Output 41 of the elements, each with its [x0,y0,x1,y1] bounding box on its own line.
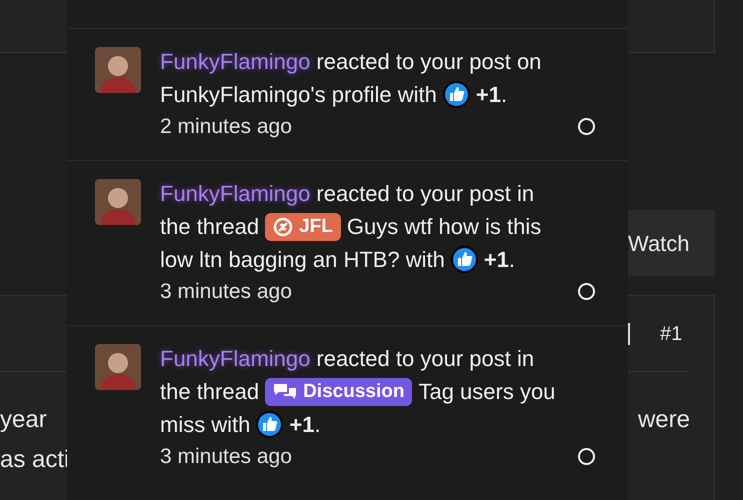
thumbs-up-icon [256,411,284,438]
notification-text: reacted to your post in [316,345,534,373]
notification-text: the thread [160,378,260,406]
post-text: as acti [0,445,70,475]
prefix-label: JFL [265,212,341,240]
prefix-label: Discussion [265,378,412,406]
mark-read-toggle[interactable] [578,283,595,300]
post-number-link[interactable]: #1 [660,318,682,348]
notification-text: reacted to your post on [316,48,542,76]
timestamp: 2 minutes ago [160,114,292,140]
thread-title-link[interactable]: low ltn bagging an HTB? [160,243,400,276]
thread-title-link[interactable]: Tag users you [418,375,556,408]
post-text: were [638,405,690,435]
reaction-text: +1. [476,81,508,109]
mark-read-toggle[interactable] [578,118,595,135]
timestamp: 3 minutes ago [160,279,292,305]
notification-text: the thread [160,213,260,241]
notification-text: with [406,246,445,274]
notification-text: with [211,411,250,439]
notification-item[interactable]: FunkyFlamingo reacted to your post in the thread Discussion Tag users you miss with +1. 3 minutes ago [67,325,628,490]
mark-read-toggle[interactable] [578,448,595,465]
thread-title-link[interactable]: Guys wtf how is this [346,210,542,243]
notification-text: FunkyFlamingo's profile with [160,81,437,109]
username-link[interactable]: FunkyFlamingo [160,45,310,78]
avatar [95,344,141,390]
reaction-text: +1. [289,411,321,439]
thread-title-link[interactable]: miss [160,408,206,441]
reaction-text: +1. [484,246,516,274]
avatar [95,179,141,225]
thumbs-up-icon [450,246,478,273]
username-link[interactable]: FunkyFlamingo [160,177,310,210]
thumbs-up-icon [442,81,470,108]
chat-bubbles-icon [273,382,298,402]
post-text: year [0,405,48,435]
notification-item[interactable]: FunkyFlamingo reacted to your post on FunkyFlamingo's profile with +1. 2 minutes ago [67,28,628,160]
avatar [95,47,141,93]
timestamp: 3 minutes ago [160,444,292,470]
notification-text: reacted to your post in [316,180,534,208]
username-link[interactable]: FunkyFlamingo [160,342,310,375]
notification-item[interactable]: FunkyFlamingo reacted to your post in the thread JFL Guys wtf how is this low ltn bagging an HTB? with +1. 3 minutes ago [67,160,628,325]
no-sign-icon [273,216,294,236]
